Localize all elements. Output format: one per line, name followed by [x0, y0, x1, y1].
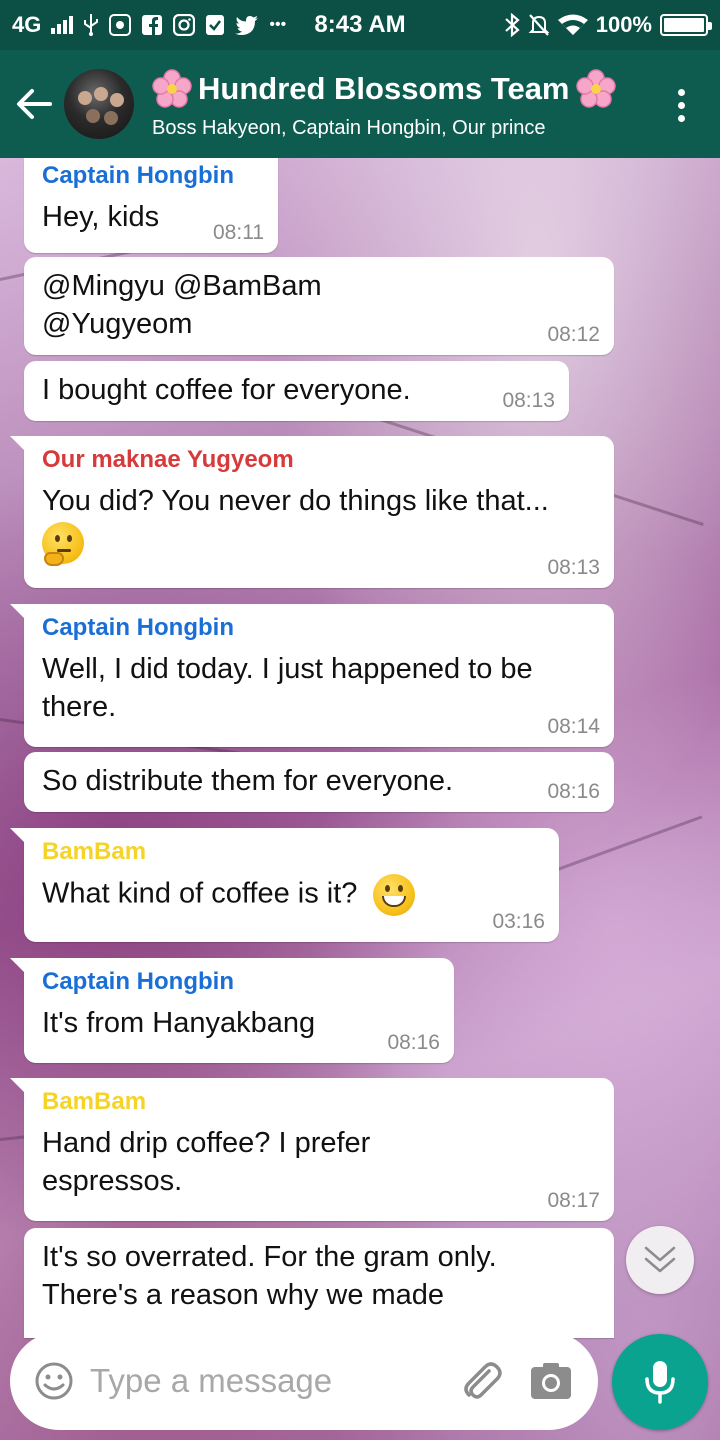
message-bubble[interactable]: It's so overrated. For the gram only. Th… [24, 1228, 614, 1338]
message-text: @Mingyu @BamBam @Yugyeom [42, 270, 322, 340]
thinking-face-emoji [42, 522, 84, 566]
battery-percent: 100% [595, 12, 652, 37]
message-time: 08:14 [547, 715, 600, 738]
facebook-icon [141, 14, 163, 36]
group-avatar[interactable] [64, 69, 134, 139]
more-notifications-icon: ••• [269, 16, 287, 33]
usb-icon [83, 14, 99, 36]
message-sender: BamBam [42, 1088, 147, 1115]
message-time: 08:17 [547, 1189, 600, 1212]
signal-icon [51, 16, 74, 34]
chat-info[interactable]: Hundred Blossoms Team Boss Hakyeon, Capt… [152, 68, 622, 140]
chat-header: Hundred Blossoms Team Boss Hakyeon, Capt… [0, 50, 720, 158]
bluetooth-icon [504, 13, 520, 37]
cherry-blossom-icon [152, 68, 192, 108]
message-bubble[interactable]: Captain Hongbin Well, I did today. I jus… [10, 604, 614, 747]
battery-icon [660, 14, 712, 36]
email-check-icon [205, 14, 225, 36]
mute-icon [528, 13, 550, 37]
message-time: 08:16 [387, 1031, 440, 1054]
message-bubble[interactable]: BamBam Hand drip coffee? I prefer espres… [10, 1078, 614, 1221]
message-composer [10, 1332, 598, 1430]
message-text: You did? You never do things like that..… [42, 485, 549, 517]
cherry-blossom-icon [575, 68, 616, 108]
scroll-to-bottom-button[interactable] [626, 1226, 694, 1294]
message-sender: Captain Hongbin [42, 968, 234, 995]
chat-title-text: Hundred Blossoms Team [198, 70, 570, 106]
app-notification-icon [109, 14, 132, 36]
voice-message-button[interactable] [612, 1334, 708, 1430]
twitter-icon [235, 15, 259, 35]
emoji-picker-icon[interactable] [32, 1359, 76, 1403]
message-text: Hand drip coffee? I prefer espressos. [42, 1127, 371, 1197]
message-text: What kind of coffee is it? [42, 877, 358, 910]
wifi-icon [557, 14, 588, 36]
chat-members: Boss Hakyeon, Captain Hongbin, Our princ… [152, 116, 546, 139]
message-text: It's so overrated. For the gram only. Th… [42, 1241, 497, 1311]
microphone-icon [645, 1361, 675, 1404]
instagram-icon [173, 14, 196, 36]
message-text: So distribute them for everyone. [42, 765, 454, 797]
camera-icon[interactable] [526, 1356, 576, 1406]
message-sender: Captain Hongbin [42, 162, 234, 189]
message-sender: Our maknae Yugyeom [42, 446, 294, 473]
message-text: Well, I did today. I just happened to be… [42, 653, 533, 723]
message-bubble[interactable]: So distribute them for everyone. 08:16 [24, 752, 614, 812]
message-bubble[interactable]: Captain Hongbin It's from Hanyakbang 08:… [10, 958, 454, 1063]
message-input[interactable] [90, 1362, 456, 1400]
more-options-icon[interactable] [666, 80, 696, 130]
chat-title: Hundred Blossoms Team [152, 68, 622, 109]
message-time: 08:12 [547, 323, 600, 346]
message-bubble[interactable]: BamBam What kind of coffee is it? 03:16 [10, 828, 559, 942]
paperclip-icon[interactable] [456, 1356, 506, 1406]
message-time: 03:16 [492, 910, 545, 933]
message-text: It's from Hanyakbang [42, 1007, 316, 1039]
grinning-face-emoji [373, 874, 416, 916]
message-time: 08:16 [547, 780, 600, 803]
message-bubble[interactable]: Our maknae Yugyeom You did? You never do… [10, 436, 614, 588]
chat-area[interactable]: Captain Hongbin Hey, kids 08:11 @Mingyu … [0, 158, 720, 1440]
message-time: 08:13 [547, 556, 600, 579]
double-chevron-down-icon [644, 1246, 676, 1273]
message-sender: BamBam [42, 838, 147, 865]
status-bar: 4G ••• 8:43 AM 100% [0, 0, 720, 50]
message-bubble[interactable]: Captain Hongbin Hey, kids 08:11 [24, 158, 278, 253]
message-bubble[interactable]: @Mingyu @BamBam @Yugyeom 08:12 [24, 257, 614, 355]
message-time: 08:11 [213, 221, 264, 244]
message-sender: Captain Hongbin [42, 614, 234, 641]
message-time: 08:13 [502, 389, 555, 412]
message-bubble[interactable]: I bought coffee for everyone. 08:13 [24, 361, 569, 421]
network-type: 4G [12, 12, 42, 37]
back-arrow-icon[interactable] [4, 50, 64, 158]
message-text: I bought coffee for everyone. [42, 374, 411, 406]
message-text-row: What kind of coffee is it? [42, 874, 541, 916]
